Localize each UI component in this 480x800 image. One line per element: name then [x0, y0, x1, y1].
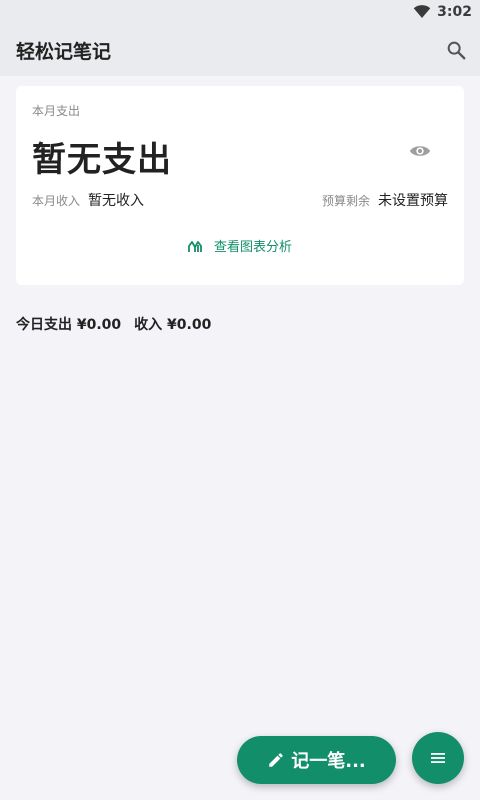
app-bar: 轻松记笔记	[0, 24, 480, 76]
app-title: 轻松记笔记	[16, 41, 112, 63]
wifi-icon	[413, 5, 431, 18]
monthly-summary-card: 本月支出 暂无支出 本月收入 暂无收入 预算剩余 未设置预算 查看图表分析	[16, 86, 464, 285]
search-icon	[447, 41, 466, 60]
budget-remaining-row[interactable]: 预算剩余 未设置预算	[322, 190, 448, 210]
month-income-row: 本月收入 暂无收入	[32, 190, 144, 210]
status-icons: 3:02	[413, 3, 472, 21]
status-time: 3:02	[437, 4, 472, 20]
record-entry-label: 记一笔...	[291, 751, 366, 772]
menu-button[interactable]	[412, 732, 464, 784]
menu-icon	[431, 753, 445, 763]
eye-icon	[409, 146, 431, 156]
search-button[interactable]	[442, 36, 470, 64]
month-expense-value: 暂无支出	[32, 140, 172, 180]
chart-link-label: 查看图表分析	[213, 240, 292, 255]
month-income-value: 暂无收入	[88, 193, 145, 209]
today-summary: 今日支出 ¥0.00 收入 ¥0.00	[16, 314, 211, 334]
budget-remaining-value: 未设置预算	[378, 193, 448, 209]
today-expense: 今日支出 ¥0.00	[16, 317, 122, 333]
month-income-label: 本月收入	[32, 194, 81, 208]
chart-icon	[188, 240, 202, 252]
status-bar: 3:02	[0, 0, 480, 24]
record-entry-button[interactable]: 记一笔...	[237, 736, 396, 784]
view-chart-analysis-link[interactable]: 查看图表分析	[16, 236, 464, 255]
pencil-icon	[269, 753, 283, 767]
budget-remaining-label: 预算剩余	[321, 194, 370, 208]
month-expense-label: 本月支出	[32, 104, 81, 118]
today-income: 收入 ¥0.00	[134, 317, 212, 333]
toggle-visibility-button[interactable]	[408, 141, 432, 161]
